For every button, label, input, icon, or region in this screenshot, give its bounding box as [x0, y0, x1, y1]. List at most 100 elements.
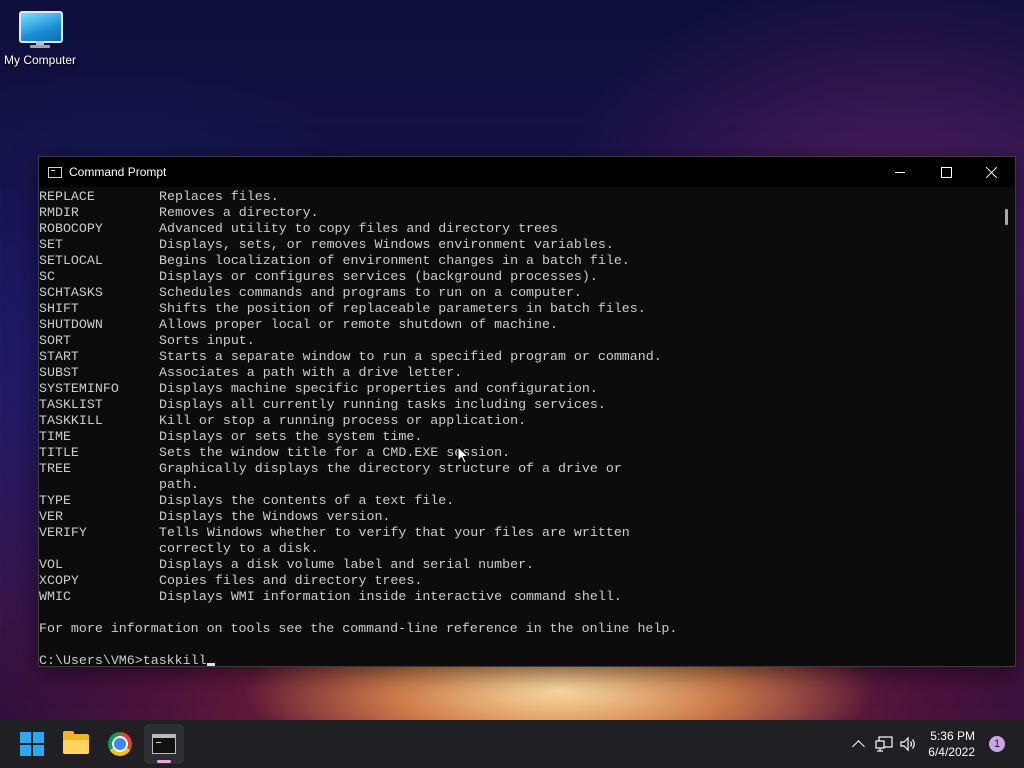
clock[interactable]: 5:36 PM 6/4/2022 [928, 728, 975, 760]
volume-icon [900, 736, 916, 752]
console-output[interactable]: REPLACE Replaces files. RMDIR Removes a dir… [39, 187, 999, 666]
folder-icon [63, 731, 89, 754]
command-name [39, 541, 159, 557]
command-name: RMDIR [39, 205, 79, 220]
console-line: ROBOCOPY Advanced utility to copy files a… [39, 221, 999, 237]
window-title: Command Prompt [69, 165, 167, 179]
command-name: SHUTDOWN [39, 317, 103, 332]
chrome-icon [108, 732, 132, 756]
console-line: VERIFY Tells Windows whether to verify th… [39, 525, 999, 541]
command-name: SCHTASKS [39, 285, 103, 300]
command-name: SHIFT [39, 301, 79, 316]
chevron-up-icon [851, 739, 865, 753]
clock-date: 6/4/2022 [928, 745, 975, 759]
maximize-icon [940, 166, 952, 178]
desktop-icon-my-computer[interactable]: My Computer [2, 8, 78, 67]
file-explorer-button[interactable] [56, 724, 96, 764]
system-tray: 5:36 PM 6/4/2022 1 [844, 720, 1024, 768]
prompt-path: C:\Users\VM6> [39, 653, 143, 666]
command-name: TITLE [39, 445, 79, 460]
console-line: TYPE Displays the contents of a text file… [39, 493, 999, 509]
command-description: Removes a directory. [159, 205, 319, 220]
console-line: TASKLIST Displays all currently running t… [39, 397, 999, 413]
console-line: VER Displays the Windows version. [39, 509, 999, 525]
command-name: XCOPY [39, 573, 79, 588]
command-name: SYSTEMINFO [39, 381, 119, 396]
command-description: Starts a separate window to run a specif… [159, 349, 662, 364]
command-name: ROBOCOPY [39, 221, 103, 236]
help-footer: For more information on tools see the co… [39, 621, 678, 636]
command-description: Displays WMI information inside interact… [159, 589, 622, 604]
console-line: SC Displays or configures services (backg… [39, 269, 999, 285]
command-description: Displays all currently running tasks inc… [159, 397, 606, 412]
console-line: VOL Displays a disk volume label and seri… [39, 557, 999, 573]
command-name: TIME [39, 429, 71, 444]
console-line: TIME Displays or sets the system time. [39, 429, 999, 445]
command-name: VER [39, 509, 63, 524]
mouse-pointer-icon [457, 446, 469, 464]
command-description: Copies files and directory trees. [159, 573, 423, 588]
command-description: correctly to a disk. [159, 541, 319, 556]
chrome-button[interactable] [100, 724, 140, 764]
scrollbar-thumb[interactable] [1005, 209, 1008, 225]
close-icon [986, 166, 998, 178]
terminal-icon [152, 734, 176, 754]
command-prompt-window[interactable]: Command Prompt REPLACE Replaces files. RMD… [38, 156, 1016, 667]
command-name: SC [39, 269, 55, 284]
command-name [39, 477, 159, 493]
command-name: SUBST [39, 365, 79, 380]
command-description: Sets the window title for a CMD.EXE sess… [159, 445, 511, 460]
command-description: Graphically displays the directory struc… [159, 461, 622, 476]
console-line: SUBST Associates a path with a drive lett… [39, 365, 999, 381]
start-button[interactable] [12, 724, 52, 764]
show-hidden-icons-button[interactable] [844, 720, 872, 768]
text-cursor [206, 663, 215, 666]
desktop-icon-label: My Computer [3, 53, 77, 67]
maximize-button[interactable] [923, 157, 969, 187]
command-name: START [39, 349, 79, 364]
console-line: REPLACE Replaces files. [39, 189, 999, 205]
command-name: WMIC [39, 589, 71, 604]
command-description: Displays or configures services (backgro… [159, 269, 598, 284]
command-name: TASKKILL [39, 413, 103, 428]
command-description: Displays a disk volume label and serial … [159, 557, 535, 572]
command-description: Kill or stop a running process or applic… [159, 413, 527, 428]
console-line: WMIC Displays WMI information inside inte… [39, 589, 999, 605]
network-icon [875, 736, 893, 752]
command-description: Displays the contents of a text file. [159, 493, 455, 508]
command-name: REPLACE [39, 189, 95, 204]
command-name: TYPE [39, 493, 71, 508]
minimize-button[interactable] [877, 157, 923, 187]
console-line: TASKKILL Kill or stop a running process o… [39, 413, 999, 429]
vertical-scrollbar[interactable] [999, 187, 1015, 666]
network-button[interactable] [872, 720, 896, 768]
console-line: SORT Sorts input. [39, 333, 999, 349]
command-description: Displays machine specific properties and… [159, 381, 598, 396]
close-button[interactable] [969, 157, 1015, 187]
notification-badge[interactable]: 1 [989, 736, 1005, 752]
command-description: Displays, sets, or removes Windows envir… [159, 237, 614, 252]
command-description: path. [159, 477, 199, 492]
console-line: XCOPY Copies files and directory trees. [39, 573, 999, 589]
console-line: RMDIR Removes a directory. [39, 205, 999, 221]
command-input[interactable]: taskkill [143, 653, 207, 666]
console-line: SCHTASKS Schedules commands and programs … [39, 285, 999, 301]
command-line[interactable]: C:\Users\VM6>taskkill [39, 653, 999, 666]
volume-button[interactable] [896, 720, 920, 768]
command-description: Schedules commands and programs to run o… [159, 285, 582, 300]
command-name: SETLOCAL [39, 253, 103, 268]
command-description: Displays the Windows version. [159, 509, 391, 524]
command-description: Tells Windows whether to verify that you… [159, 525, 630, 540]
command-description: Advanced utility to copy files and direc… [159, 221, 558, 236]
monitor-icon [18, 8, 63, 48]
command-description: Allows proper local or remote shutdown o… [159, 317, 558, 332]
clock-time: 5:36 PM [930, 729, 975, 743]
console-line: SHUTDOWN Allows proper local or remote sh… [39, 317, 999, 333]
command-description: Replaces files. [159, 189, 279, 204]
command-name: TASKLIST [39, 397, 103, 412]
command-description: Sorts input. [159, 333, 255, 348]
command-prompt-taskbar-button[interactable] [144, 724, 184, 764]
command-description: Shifts the position of replaceable param… [159, 301, 646, 316]
window-titlebar[interactable]: Command Prompt [39, 157, 1015, 187]
